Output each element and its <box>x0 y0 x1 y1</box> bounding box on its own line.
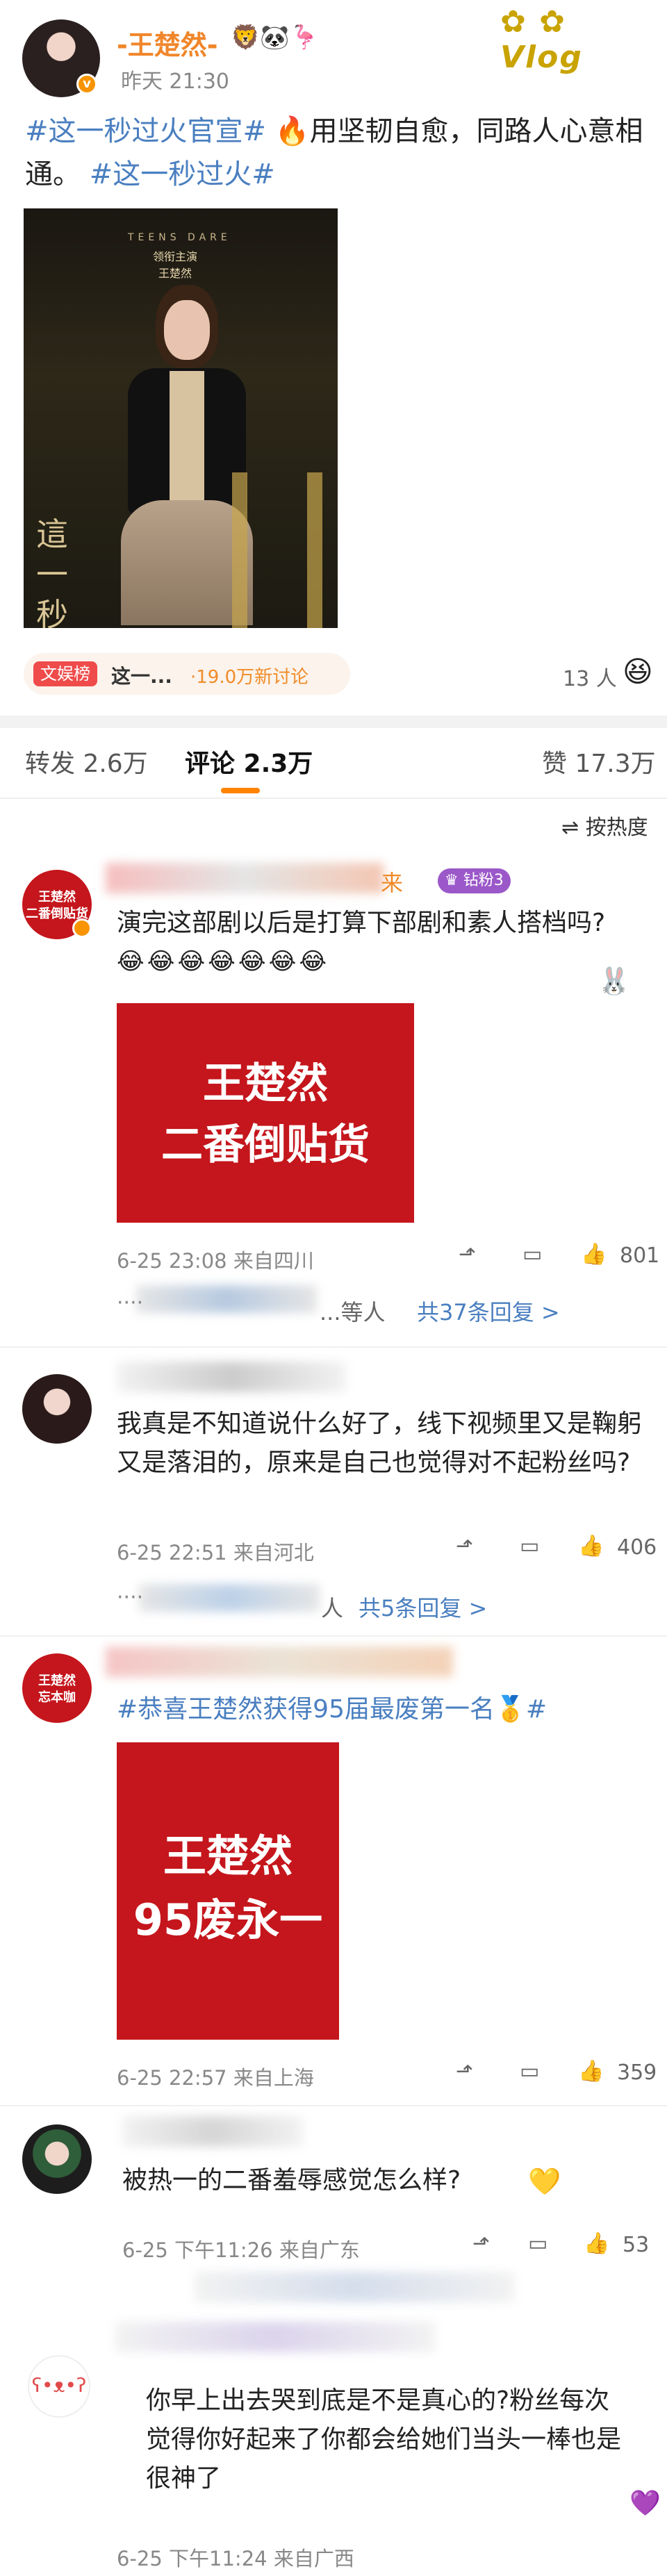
tab-like[interactable]: 赞 17.3万 <box>542 743 656 779</box>
comment-avatar[interactable] <box>22 2124 92 2194</box>
like-count: 406 <box>617 1535 657 1560</box>
reply-icon[interactable]: ▭ <box>520 2059 539 2083</box>
comment-image[interactable]: 王楚然 二番倒贴货 <box>117 1003 414 1223</box>
fire-icon: 🔥 <box>274 115 310 147</box>
blurred-overlay <box>195 2272 514 2302</box>
comment-text: 被热一的二番羞辱感觉怎么样? <box>122 2166 461 2195</box>
comment-time: 6-25 22:57 来自上海 <box>117 2066 314 2090</box>
author-name[interactable]: -王楚然- <box>117 24 218 62</box>
post-hashtag-link-2[interactable]: #这一秒过火# <box>90 158 275 190</box>
replies-suffix: 人 <box>321 1595 344 1621</box>
comment-text: 我真是不知道说什么好了，线下视频里又是鞠躬又是落泪的，原来是自己也觉得对不起粉丝… <box>117 1410 643 1477</box>
tab-active-indicator <box>221 788 260 793</box>
crown-icon: ♛ <box>445 872 463 889</box>
share-icon[interactable]: ⬏ <box>456 1534 473 1558</box>
like-icon[interactable]: 👍 <box>578 2059 604 2083</box>
heart-sticker-icon: 💜 <box>629 2489 661 2518</box>
comment-time: 6-25 下午11:26 来自广东 <box>122 2238 360 2262</box>
comment-username-blurred[interactable] <box>115 2322 435 2352</box>
people-count: 13 人 <box>563 667 617 691</box>
comment-text: #恭喜王楚然获得95届最废第一名🥇# <box>117 1691 659 1728</box>
like-count: 53 <box>623 2233 650 2257</box>
topic-bar[interactable]: 文娱榜 这一... ·19.0万新讨论 <box>24 653 350 695</box>
topic-count: ·19.0万新讨论 <box>190 667 309 688</box>
comment-time: 6-25 下午11:24 来自广西 <box>117 2547 354 2570</box>
sticker-icon: 🐰 <box>598 966 631 996</box>
post-image[interactable]: TEENS DARE 领衔主演 王楚然 這一秒 <box>24 208 338 628</box>
share-icon[interactable]: ⬏ <box>472 2231 490 2256</box>
comment-text: 你早上出去哭到底是不是真心的?粉丝每次觉得你好起来了你都会给她们当头一棒也是很神… <box>146 2386 622 2493</box>
verified-badge-icon <box>72 918 92 938</box>
replies-avatars-blurred <box>139 1584 320 1612</box>
post-text: #这一秒过火官宣# 🔥用坚韧自愈，同路人心意相通。 #这一秒过火# <box>25 110 643 196</box>
poster-title: 這一秒 <box>36 515 68 628</box>
sort-icon: ⇌ <box>561 816 586 840</box>
comment-avatar[interactable] <box>22 1374 92 1444</box>
medal-icon: 🥇 <box>494 1695 526 1724</box>
comment-username-blurred[interactable] <box>106 863 384 893</box>
replies-suffix: ...等人 <box>320 1299 386 1326</box>
topic-badge: 文娱榜 <box>33 661 97 686</box>
comment-actions: ⬏ ▭ 👍 53 <box>472 2231 660 2259</box>
like-count: 359 <box>617 2061 657 2085</box>
comment-text: 演完这部剧以后是打算下部剧和素人搭档吗? <box>117 909 606 937</box>
comment-avatar[interactable]: ʕ•ᴥ•ʔ <box>28 2355 90 2418</box>
tab-comment[interactable]: 评论 2.3万 <box>185 743 313 779</box>
share-icon[interactable]: ⬏ <box>456 2059 473 2083</box>
reply-icon[interactable]: ▭ <box>528 2231 547 2256</box>
sticker-icon: 💛 <box>528 2166 561 2197</box>
poster-name: 领衔主演 王楚然 <box>153 250 198 280</box>
reply-icon[interactable]: ▭ <box>520 1534 539 1558</box>
like-icon[interactable]: 👍 <box>581 1242 607 1266</box>
comment-time: 6-25 22:51 来自河北 <box>117 1541 314 1564</box>
comment-username-blurred[interactable] <box>106 1646 453 1677</box>
comment-avatar[interactable]: 王楚然 忘本咖 <box>22 1653 92 1723</box>
level-badge: ♛ 钻粉3 <box>438 868 511 893</box>
comment-hashtag-tail[interactable]: # <box>526 1695 547 1724</box>
comment-username-blurred[interactable] <box>117 1362 346 1392</box>
replies-avatars-blurred <box>136 1285 317 1313</box>
post-time: 昨天 21:30 <box>121 69 229 94</box>
emoji-reaction-icon[interactable]: 😆 <box>623 654 653 688</box>
comment-image[interactable]: 王楚然 95废永一 <box>117 1742 339 2040</box>
tab-repost[interactable]: 转发 2.6万 <box>25 743 148 779</box>
comment-actions: ⬏ ▭ 👍 801 <box>459 1242 660 1270</box>
comment-hashtag-link[interactable]: #恭喜王楚然获得95届最废第一名 <box>117 1695 495 1724</box>
like-count: 801 <box>620 1244 660 1268</box>
sort-button[interactable]: ⇌ 按热度 <box>561 810 648 841</box>
poster-top-text: TEENS DARE <box>128 232 231 243</box>
share-icon[interactable]: ⬏ <box>459 1242 476 1266</box>
comment-username-blurred[interactable] <box>122 2116 303 2147</box>
post-hashtag-link[interactable]: #这一秒过火官宣# <box>25 115 266 147</box>
verified-badge-icon: v <box>76 74 97 94</box>
like-icon[interactable]: 👍 <box>584 2231 609 2256</box>
like-icon[interactable]: 👍 <box>578 1534 604 1558</box>
badge-icons: 🦁🐼🦩 <box>231 24 320 51</box>
decoration-sticker-icon: ✿ ✿ Vlog <box>500 4 583 75</box>
level-badge-label: 钻粉3 <box>463 872 504 889</box>
view-replies-link[interactable]: 共5条回复 > <box>359 1591 487 1623</box>
emoji-row: 😂😂😂😂😂😂😂 <box>117 948 330 975</box>
comment-actions: ⬏ ▭ 👍 359 <box>456 2059 660 2087</box>
comment-actions: ⬏ ▭ 👍 406 <box>456 1534 660 1562</box>
topic-text: 这一... <box>111 665 172 688</box>
sort-label: 按热度 <box>585 816 648 840</box>
view-replies-link[interactable]: 共37条回复 > <box>417 1295 560 1327</box>
reply-icon[interactable]: ▭ <box>522 1242 542 1266</box>
comment-time: 6-25 23:08 来自四川 <box>117 1249 314 1273</box>
